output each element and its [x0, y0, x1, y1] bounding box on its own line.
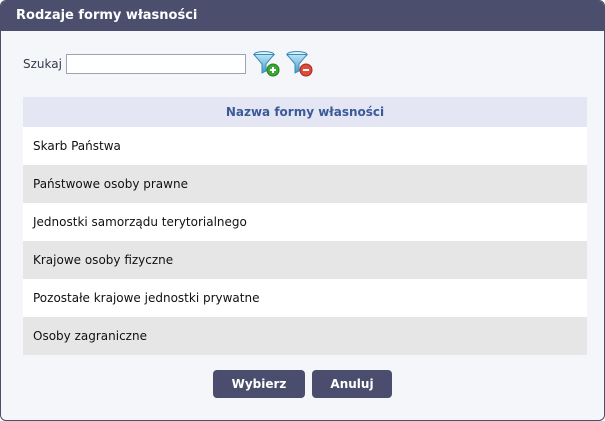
select-button[interactable]: Wybierz [213, 370, 305, 398]
ownership-form-dialog: Rodzaje formy własności Szukaj Nazwa for… [0, 0, 605, 421]
table-row[interactable]: Państwowe osoby prawne [23, 165, 587, 203]
search-label: Szukaj [23, 57, 62, 71]
ownership-form-table: Nazwa formy własności Skarb Państwa Pańs… [23, 97, 587, 355]
table-row[interactable]: Pozostałe krajowe jednostki prywatne [23, 279, 587, 317]
apply-filter-button[interactable] [252, 50, 281, 78]
table-row[interactable]: Skarb Państwa [23, 127, 587, 165]
cancel-button[interactable]: Anuluj [312, 370, 392, 398]
dialog-title: Rodzaje formy własności [1, 1, 604, 31]
filter-remove-icon [285, 51, 313, 77]
search-input[interactable] [65, 54, 246, 74]
column-header-ownership-form[interactable]: Nazwa formy własności [23, 97, 587, 127]
table-row[interactable]: Krajowe osoby fizyczne [23, 241, 587, 279]
filter-add-icon [252, 51, 280, 77]
clear-filter-button[interactable] [285, 50, 314, 78]
table-row[interactable]: Jednostki samorządu terytorialnego [23, 203, 587, 241]
table-row[interactable]: Osoby zagraniczne [23, 317, 587, 355]
search-row: Szukaj [23, 49, 314, 79]
dialog-buttons: Wybierz Anuluj [1, 370, 604, 398]
